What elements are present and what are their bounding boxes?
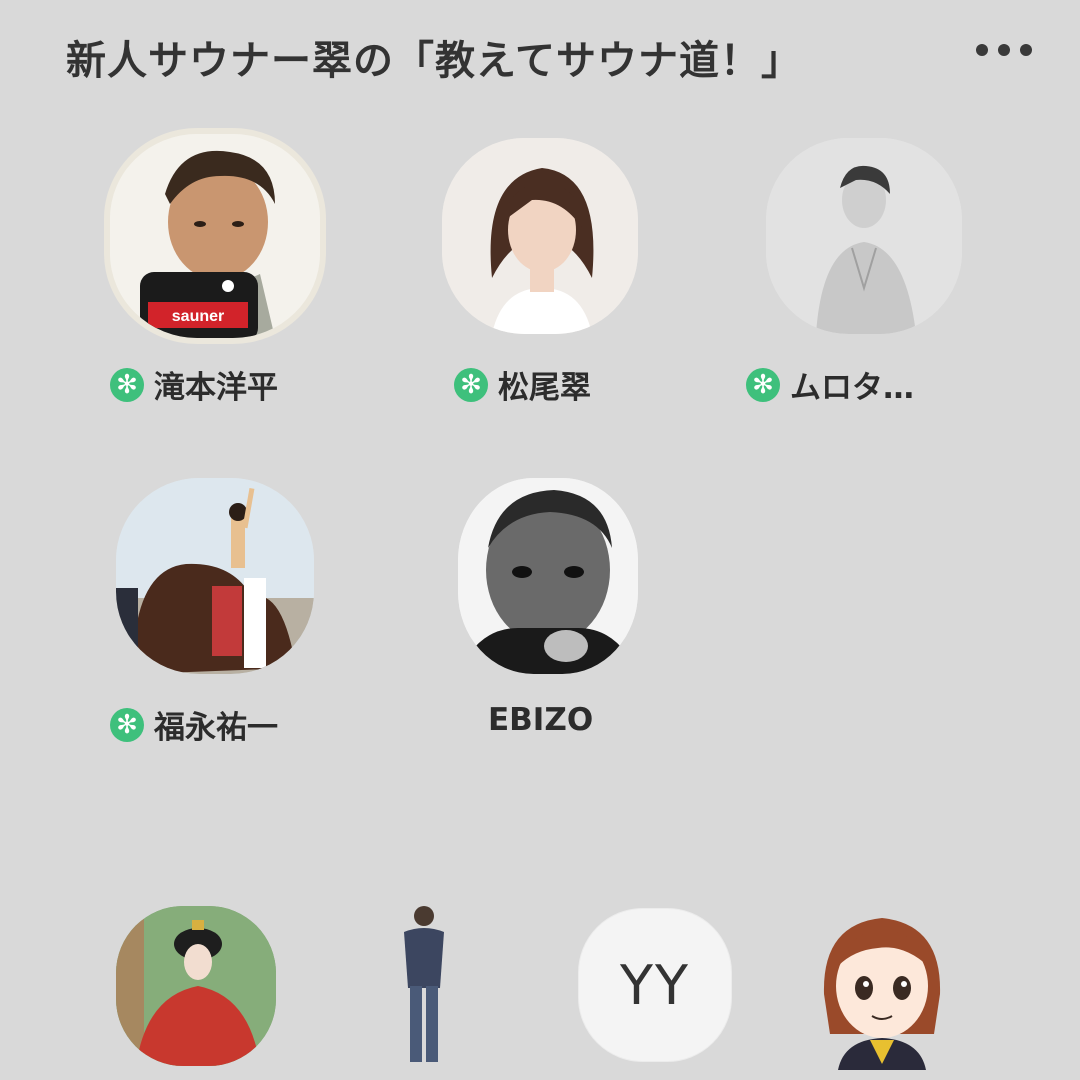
monochrome-photo xyxy=(766,138,962,334)
svg-text:sauner: sauner xyxy=(172,308,224,325)
portrait-photo xyxy=(442,138,638,334)
member-avatar-3[interactable] xyxy=(766,138,962,334)
member-name: EBIZO xyxy=(488,702,594,738)
bw-portrait-photo xyxy=(458,478,638,674)
bottom-avatar-4[interactable] xyxy=(814,904,950,1070)
member-name: 松尾翠 xyxy=(498,370,591,406)
more-horizontal-icon[interactable] xyxy=(976,40,1032,60)
member-name-row-2[interactable]: ✻ 松尾翠 xyxy=(454,362,591,407)
member-avatar-5[interactable] xyxy=(458,478,638,674)
member-name-row-4[interactable]: ✻ 福永祐一 xyxy=(110,702,278,747)
member-name-row-1[interactable]: ✻ 滝本洋平 xyxy=(110,362,278,407)
asterisk-badge-icon: ✻ xyxy=(110,707,144,742)
member-name-row-5[interactable]: EBIZO xyxy=(488,702,593,738)
asterisk-badge-icon: ✻ xyxy=(454,367,488,402)
asterisk-badge-icon: ✻ xyxy=(746,367,780,402)
bottom-avatar-3[interactable]: YY xyxy=(578,908,732,1062)
bottom-avatar-2[interactable] xyxy=(340,900,500,1070)
member-avatar-4[interactable] xyxy=(116,478,314,674)
member-avatar-2[interactable] xyxy=(442,138,638,334)
standing-person-photo xyxy=(340,900,500,1070)
initials-text: YY xyxy=(620,953,690,1017)
member-name: 福永祐一 xyxy=(154,710,278,746)
kimono-photo xyxy=(116,906,276,1066)
asterisk-badge-icon: ✻ xyxy=(110,367,144,402)
member-name-row-3[interactable]: ✻ ムロタ… xyxy=(746,362,914,407)
horse-race-photo xyxy=(116,478,314,674)
member-name: 滝本洋平 xyxy=(154,370,278,406)
page-title: 新人サウナー翠の「教えてサウナ道！」 xyxy=(66,38,802,84)
member-avatar-1[interactable]: sauner xyxy=(104,128,326,344)
selfie-photo: sauner xyxy=(110,134,320,338)
cartoon-avatar xyxy=(823,918,941,1070)
member-name: ムロタ… xyxy=(790,370,914,406)
bottom-avatar-1[interactable] xyxy=(116,906,276,1066)
